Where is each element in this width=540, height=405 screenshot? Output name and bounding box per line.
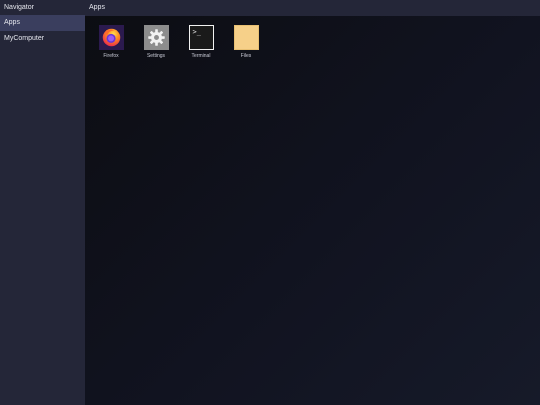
app-settings[interactable]: Settings (138, 25, 174, 61)
gear-icon (143, 25, 169, 50)
sidebar-title: Navigator (4, 4, 34, 11)
terminal-prompt-glyph: >_ (189, 26, 213, 49)
app-label: Files (240, 53, 252, 59)
sidebar-item-apps[interactable]: Apps (0, 15, 85, 31)
app-label: Settings (146, 53, 166, 59)
sidebar-item-mycomputer[interactable]: MyComputer (0, 31, 85, 47)
app-label: Firefox (103, 53, 119, 59)
main-area: Apps Firefox Settings >_ Terminal Files (85, 0, 540, 405)
terminal-icon: >_ (188, 25, 214, 50)
firefox-icon (98, 25, 124, 50)
app-window: Navigator Apps MyComputer Apps Firefox S… (0, 0, 540, 405)
app-firefox[interactable]: Firefox (93, 25, 129, 61)
app-terminal[interactable]: >_ Terminal (183, 25, 219, 61)
app-label: Terminal (191, 53, 211, 59)
app-files[interactable]: Files (228, 25, 264, 61)
page-title: Apps (85, 0, 540, 16)
sidebar: Navigator Apps MyComputer (0, 0, 85, 405)
folder-icon (233, 25, 259, 50)
